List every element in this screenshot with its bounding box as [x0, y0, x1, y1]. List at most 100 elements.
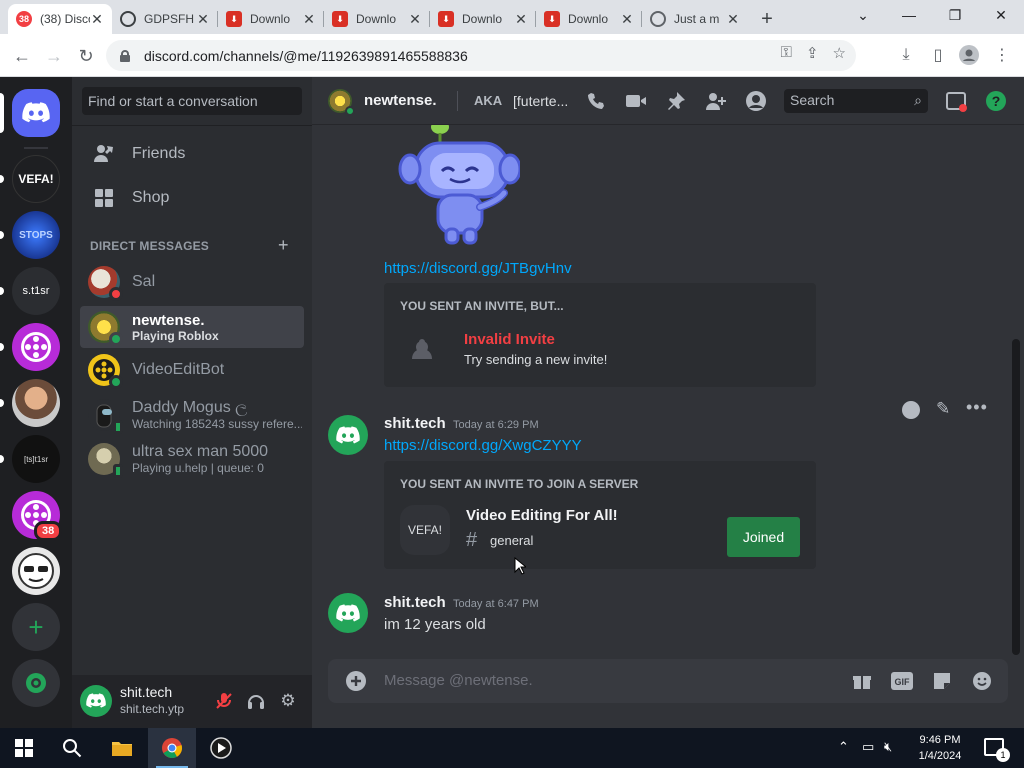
shop-nav-item[interactable]: Shop: [80, 177, 304, 219]
system-clock[interactable]: 9:46 PM 1/4/2024: [908, 732, 972, 764]
new-tab-button[interactable]: +: [752, 4, 782, 34]
gif-icon[interactable]: GIF: [890, 669, 914, 693]
url-bar[interactable]: discord.com/channels/@me/119263989146558…: [106, 40, 856, 71]
edit-pencil-icon[interactable]: ✎: [936, 399, 950, 419]
explore-servers-button[interactable]: [12, 659, 60, 707]
discord-logo-icon: [22, 102, 50, 123]
friends-nav-item[interactable]: Friends: [80, 133, 304, 175]
search-icon[interactable]: [48, 728, 96, 768]
profile-icon[interactable]: [958, 44, 980, 66]
server-film-reel[interactable]: [12, 323, 60, 371]
message-composer[interactable]: Message @newtense. GIF: [328, 659, 1008, 703]
add-server-button[interactable]: +: [12, 603, 60, 651]
close-icon[interactable]: ✕: [726, 11, 740, 28]
aka-value[interactable]: [futerte...: [513, 93, 568, 109]
dm-name: Daddy Mogus ල: [132, 399, 248, 416]
message-input[interactable]: Message @newtense.: [384, 672, 533, 689]
find-conversation-button[interactable]: Find or start a conversation: [82, 87, 302, 115]
reload-button[interactable]: ↻: [74, 44, 98, 68]
gift-icon[interactable]: [850, 669, 874, 693]
pinned-messages-icon[interactable]: [664, 89, 688, 113]
video-call-icon[interactable]: [624, 89, 648, 113]
server-icon: VEFA!: [400, 505, 450, 555]
home-dm-button[interactable]: [12, 89, 60, 137]
network-icon[interactable]: ▭: [862, 739, 874, 755]
voice-call-icon[interactable]: [584, 89, 608, 113]
invite-link-2[interactable]: https://discord.gg/XwgCZYYY: [384, 437, 582, 454]
tab-download-1[interactable]: ⬇ Downlo ✕: [218, 4, 324, 34]
dm-item-newtense[interactable]: newtense. Playing Roblox: [80, 306, 304, 348]
tab-just-a-moment[interactable]: Just a m ✕: [642, 4, 748, 34]
dnd-status-icon: [109, 287, 123, 301]
dm-item-ultra-sex-man[interactable]: ultra sex man 5000 Playing u.help | queu…: [80, 438, 304, 480]
message-avatar[interactable]: [328, 415, 368, 455]
message-author[interactable]: shit.tech: [384, 415, 446, 432]
dm-item-daddy-mogus[interactable]: Daddy Mogus ල Watching 185243 sussy refe…: [80, 394, 304, 436]
add-friends-to-dm-icon[interactable]: [704, 89, 728, 113]
user-profile-icon[interactable]: [744, 89, 768, 113]
close-icon[interactable]: ✕: [620, 11, 634, 28]
emoji-icon[interactable]: [970, 669, 994, 693]
tab-gdpsfh[interactable]: GDPSFH ✕: [112, 4, 218, 34]
chrome-taskbar-icon[interactable]: [148, 728, 196, 768]
dm-name: Sal: [132, 273, 156, 290]
media-player-icon[interactable]: [197, 728, 245, 768]
avatar[interactable]: [80, 685, 112, 717]
create-dm-button[interactable]: +: [278, 235, 289, 256]
tab-discord[interactable]: 38 (38) Discord ✕: [8, 4, 112, 34]
sticker-icon[interactable]: [930, 669, 954, 693]
recipient-avatar[interactable]: [328, 89, 355, 116]
download-icon[interactable]: ⤓: [895, 44, 917, 66]
star-icon[interactable]: ☆: [833, 44, 846, 62]
unread-pill: [0, 343, 4, 351]
close-icon[interactable]: ✕: [90, 11, 104, 28]
share-icon[interactable]: ⇪: [806, 44, 819, 62]
forward-button[interactable]: →: [42, 44, 66, 68]
server-st1sr[interactable]: s.t1sr: [12, 267, 60, 315]
joined-button[interactable]: Joined: [727, 517, 800, 557]
server-kid-photo[interactable]: [12, 379, 60, 427]
server-stops[interactable]: STOPS: [12, 211, 60, 259]
add-reaction-icon[interactable]: [902, 401, 920, 419]
recipient-name[interactable]: newtense.: [364, 92, 437, 109]
message-author[interactable]: shit.tech: [384, 594, 446, 611]
start-windows-icon[interactable]: [0, 728, 48, 768]
close-icon[interactable]: ✕: [514, 11, 528, 28]
close-icon[interactable]: ✕: [408, 11, 422, 28]
dm-item-videoeditbot[interactable]: VideoEditBot: [80, 349, 304, 391]
volume-muted-icon[interactable]: 🔇︎: [884, 739, 892, 755]
settings-gear-icon[interactable]: ⚙: [276, 689, 300, 713]
server-vefa[interactable]: VEFA!: [12, 155, 60, 203]
mute-mic-icon[interactable]: [212, 689, 236, 713]
notifications-icon[interactable]: 1: [984, 738, 1010, 762]
more-menu-icon[interactable]: ⋮: [991, 44, 1013, 66]
tab-download-4[interactable]: ⬇ Downlo ✕: [536, 4, 642, 34]
chat-scrollbar[interactable]: [1012, 339, 1020, 655]
dm-item-sal[interactable]: Sal: [80, 261, 304, 303]
close-icon[interactable]: ✕: [302, 11, 316, 28]
headphones-icon[interactable]: [244, 689, 268, 713]
help-icon[interactable]: ?: [984, 89, 1008, 113]
inbox-icon[interactable]: [944, 89, 968, 113]
show-hidden-icons-chevron-icon[interactable]: ⌃: [838, 739, 849, 755]
tab-download-3[interactable]: ⬇ Downlo ✕: [430, 4, 536, 34]
back-button[interactable]: ←: [10, 44, 34, 68]
window-close-button[interactable]: ✕: [978, 0, 1024, 30]
avatar: [88, 266, 123, 301]
file-explorer-icon[interactable]: [98, 728, 146, 768]
server-dark-crowd[interactable]: [ts]t1sr: [12, 435, 60, 483]
tab-search-chevron-icon[interactable]: ⌄: [840, 0, 886, 30]
tab-title: Downlo: [568, 12, 609, 26]
invite-link-1[interactable]: https://discord.gg/JTBgvHnv: [384, 260, 572, 277]
minimize-button[interactable]: —: [886, 0, 932, 30]
message-avatar[interactable]: [328, 593, 368, 633]
side-panel-icon[interactable]: ▯: [927, 44, 949, 66]
key-icon[interactable]: ⚿: [781, 44, 792, 62]
more-options-icon[interactable]: •••: [966, 397, 988, 418]
search-input[interactable]: Search ⌕: [784, 89, 928, 113]
server-sunglasses[interactable]: [12, 547, 60, 595]
close-icon[interactable]: ✕: [196, 11, 210, 28]
restore-button[interactable]: ❐: [932, 0, 978, 30]
tab-download-2[interactable]: ⬇ Downlo ✕: [324, 4, 430, 34]
attach-plus-icon[interactable]: [344, 669, 368, 693]
